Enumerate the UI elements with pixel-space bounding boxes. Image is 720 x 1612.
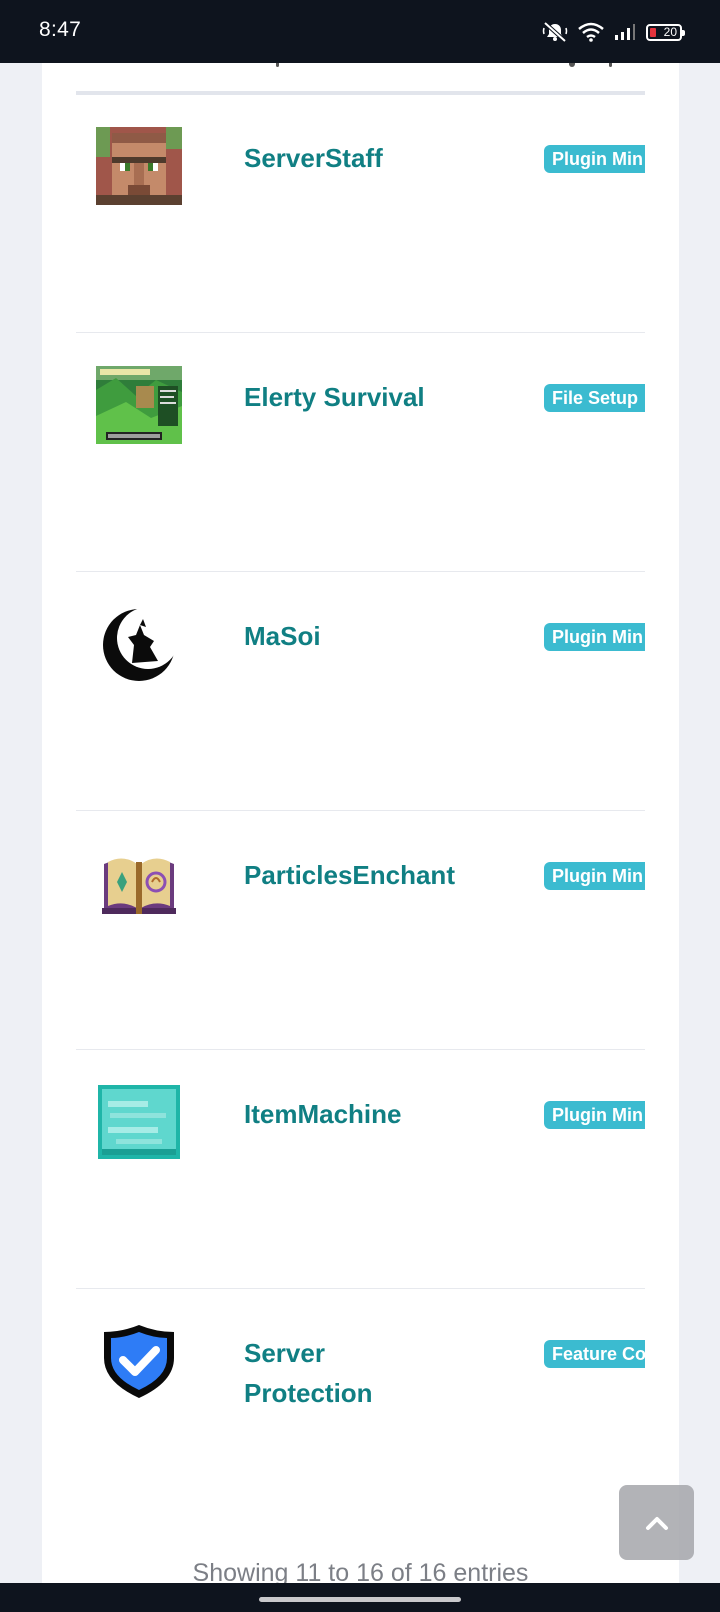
category-badge[interactable]: Plugin Min [544, 1101, 645, 1129]
battery-icon: 20 [646, 23, 685, 41]
plugin-name-link[interactable]: ServerStaff [244, 138, 494, 178]
enchanted-book-image[interactable] [96, 844, 182, 922]
plugin-name-link[interactable]: ItemMachine [244, 1094, 494, 1134]
category-badge[interactable]: File Setup [544, 384, 645, 412]
plugin-name-link[interactable]: MaSoi [244, 616, 494, 656]
status-bar: 8:47 20 [0, 0, 720, 63]
pagination-info: Showing 11 to 16 of 16 entries [192, 1559, 529, 1583]
table-row: Elerty Survival File Setup [76, 333, 645, 572]
category-badge[interactable]: Feature Co [544, 1340, 645, 1368]
category-badge[interactable]: Plugin Min [544, 623, 645, 651]
scroll-to-top-button[interactable] [619, 1485, 694, 1560]
shield-check-image[interactable] [96, 1322, 182, 1400]
table-row: Server Protection Feature Co [76, 1289, 645, 1528]
wolf-moon-logo[interactable] [96, 605, 182, 683]
chevron-up-icon [645, 1516, 668, 1530]
plugin-name-link[interactable]: ParticlesEnchant [244, 855, 494, 895]
wifi-icon [578, 22, 604, 42]
category-badge[interactable]: Plugin Min [544, 145, 645, 173]
navigation-bar [0, 1583, 720, 1612]
status-time: 8:47 [39, 18, 82, 41]
table-header-remnant [42, 63, 679, 73]
table-row: MaSoi Plugin Min [76, 572, 645, 811]
villager-face-image[interactable] [96, 127, 182, 205]
survival-server-screenshot[interactable] [96, 366, 182, 444]
plugin-list-card: ServerStaff Plugin Min Elerty Survival F… [42, 63, 679, 1583]
signal-icon [615, 24, 635, 40]
mute-icon [542, 21, 568, 43]
plugin-name-link[interactable]: Elerty Survival [244, 377, 494, 417]
plugin-name-link[interactable]: Server Protection [244, 1333, 424, 1413]
table-row: ParticlesEnchant Plugin Min [76, 811, 645, 1050]
category-badge[interactable]: Plugin Min [544, 862, 645, 890]
table-row: ItemMachine Plugin Min [76, 1050, 645, 1289]
table-row: ServerStaff Plugin Min [76, 94, 645, 333]
home-gesture-handle[interactable] [259, 1597, 461, 1602]
diamond-block-image[interactable] [96, 1083, 182, 1161]
status-icons: 20 [532, 20, 685, 44]
